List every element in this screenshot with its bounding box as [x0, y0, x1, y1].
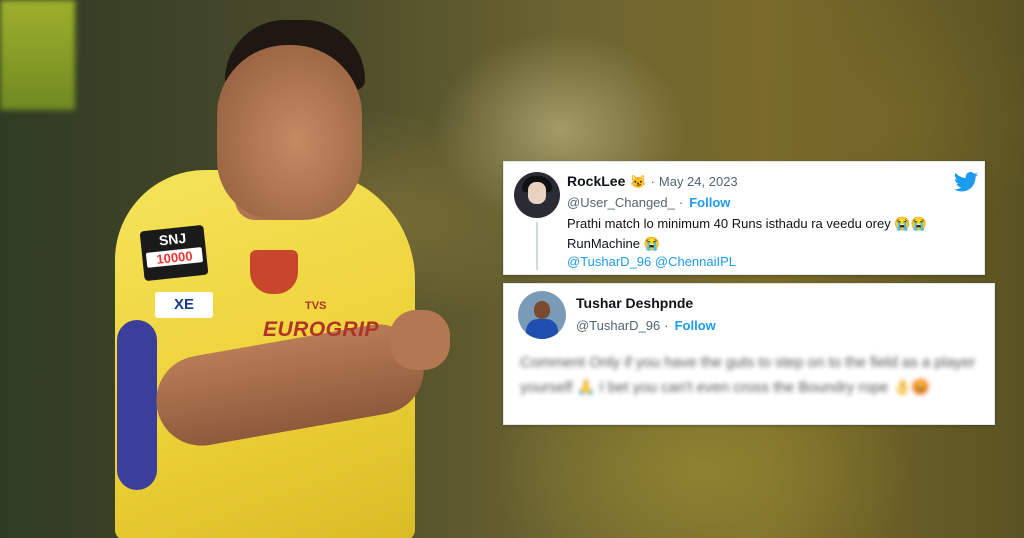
- avatar-face: [534, 301, 550, 319]
- player-photo: SNJ 10000 XE TVS EUROGRIP: [95, 20, 475, 538]
- mention-link[interactable]: @ChennaiIPL: [655, 254, 736, 269]
- avatar-face: [528, 182, 546, 204]
- tweet-header: RockLee 😼 · May 24, 2023: [567, 173, 738, 190]
- twitter-bird-icon[interactable]: [954, 172, 978, 192]
- player-head: [217, 45, 362, 220]
- separator-dot: ·: [650, 174, 655, 189]
- user-handle[interactable]: @User_Changed_: [567, 195, 675, 210]
- display-name[interactable]: RockLee: [567, 173, 625, 189]
- handle-row: @TusharD_96 · Follow: [576, 318, 716, 333]
- tweet-text: Prathi match lo minimum 40 Runs isthadu …: [567, 214, 972, 254]
- background-banner: [0, 0, 75, 110]
- tweet-card-2[interactable]: Tushar Deshpnde @TusharD_96 · Follow Com…: [503, 283, 995, 425]
- jersey-chest-text: EUROGRIP: [263, 318, 380, 341]
- avatar-body: [526, 319, 558, 339]
- jersey-sponsor-badge: SNJ 10000: [139, 224, 209, 282]
- tweet-text-line: RunMachine 😭: [567, 236, 660, 251]
- handle-row: @User_Changed_ · Follow: [567, 195, 730, 210]
- separator-dot: ·: [678, 195, 684, 210]
- tweet-mentions: @TusharD_96 @ChennaiIPL: [567, 254, 736, 269]
- jersey-sponsor-badge-sub: 10000: [145, 247, 204, 268]
- display-name[interactable]: Tushar Deshpnde: [576, 295, 693, 311]
- follow-button[interactable]: Follow: [675, 318, 716, 333]
- follow-button[interactable]: Follow: [689, 195, 730, 210]
- user-handle[interactable]: @TusharD_96: [576, 318, 660, 333]
- blurred-tweet-text: Comment Only if you have the guts to ste…: [520, 354, 976, 396]
- tweet-card-1[interactable]: RockLee 😼 · May 24, 2023 @User_Changed_ …: [503, 161, 985, 275]
- thread-line: [536, 222, 538, 270]
- mention-link[interactable]: @TusharD_96: [567, 254, 651, 269]
- team-logo-icon: [250, 250, 298, 294]
- jersey-small-text: TVS: [305, 300, 327, 312]
- jersey-sleeve-sponsor: XE: [155, 292, 213, 318]
- tweet-text-line: Prathi match lo minimum 40 Runs isthadu …: [567, 216, 927, 231]
- tweet-date[interactable]: May 24, 2023: [659, 174, 738, 189]
- avatar[interactable]: [514, 172, 560, 218]
- cat-emoji-icon: 😼: [630, 174, 647, 189]
- tweet-header: Tushar Deshpnde: [576, 295, 693, 311]
- avatar[interactable]: [518, 291, 566, 339]
- jersey-sleeve-stripe: [117, 320, 157, 490]
- player-fist: [390, 310, 450, 370]
- separator-dot: ·: [664, 318, 669, 333]
